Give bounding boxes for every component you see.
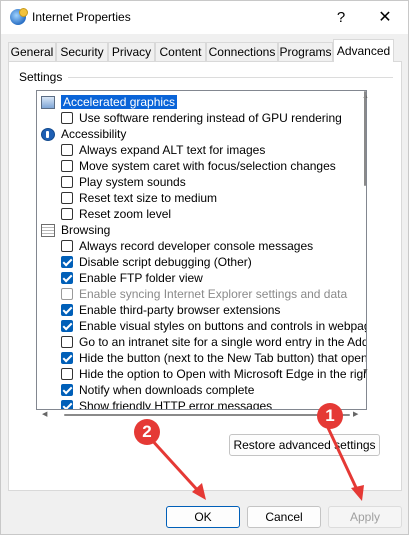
annotation-marker-1: 1 [317, 403, 343, 429]
title-bar: Internet Properties ? ✕ [1, 1, 408, 34]
checkbox-checked[interactable] [61, 400, 73, 409]
list-item-label: Always expand ALT text for images [79, 143, 266, 157]
annotation-marker-2: 2 [134, 419, 160, 445]
tab-connections[interactable]: Connections [206, 42, 278, 61]
restore-advanced-settings-button[interactable]: Restore advanced settings [229, 434, 380, 456]
window-title: Internet Properties [32, 10, 131, 24]
list-item-label: Reset text size to medium [79, 191, 218, 205]
list-item[interactable]: Enable FTP folder view [61, 270, 203, 286]
checkbox[interactable] [61, 112, 73, 124]
list-item-label: Hide the button (next to the New Tab but… [79, 351, 367, 365]
graphics-icon [41, 95, 55, 109]
list-item-label: Notify when downloads complete [79, 383, 255, 397]
scroll-right-arrow[interactable]: ▶ [353, 410, 358, 418]
list-item[interactable]: Reset zoom level [61, 206, 171, 222]
list-item-label: Go to an intranet site for a single word… [79, 335, 367, 349]
list-item[interactable]: Hide the option to Open with Microsoft E… [61, 366, 367, 382]
list-item-label: Browsing [61, 223, 111, 237]
list-item-label: Move system caret with focus/selection c… [79, 159, 336, 173]
checkbox-checked[interactable] [61, 272, 73, 284]
list-item-label: Hide the option to Open with Microsoft E… [79, 367, 367, 381]
list-item-label: Disable script debugging (Other) [79, 255, 252, 269]
list-item-label: Show friendly HTTP error messages [79, 399, 273, 410]
checkbox[interactable] [61, 160, 73, 172]
checkbox[interactable] [61, 240, 73, 252]
list-item[interactable]: Go to an intranet site for a single word… [61, 334, 367, 350]
checkbox[interactable] [61, 368, 73, 380]
ok-button[interactable]: OK [166, 506, 240, 528]
tab-privacy[interactable]: Privacy [108, 42, 155, 61]
list-item-label: Accelerated graphics [61, 95, 178, 109]
list-item-label: Enable syncing Internet Explorer setting… [79, 287, 348, 301]
list-item[interactable]: Always record developer console messages [61, 238, 313, 254]
checkbox-checked[interactable] [61, 304, 73, 316]
apply-button: Apply [328, 506, 402, 528]
accessibility-icon [41, 127, 55, 141]
list-item[interactable]: Show friendly HTTP error messages [61, 398, 273, 410]
tab-strip: General Security Privacy Content Connect… [8, 39, 402, 62]
list-item[interactable]: Notify when downloads complete [61, 382, 254, 398]
list-item[interactable]: Reset text size to medium [61, 190, 217, 206]
scroll-down-arrow[interactable]: ▼ [362, 368, 369, 375]
internet-properties-dialog: Internet Properties ? ✕ General Security… [0, 0, 409, 535]
horizontal-scrollbar[interactable] [64, 414, 350, 416]
list-item[interactable]: Hide the button (next to the New Tab but… [61, 350, 367, 366]
list-item-label: Always record developer console messages [79, 239, 314, 253]
tab-programs[interactable]: Programs [278, 42, 333, 61]
tab-general[interactable]: General [8, 42, 56, 61]
list-item-label: Use software rendering instead of GPU re… [79, 111, 342, 125]
checkbox[interactable] [61, 192, 73, 204]
tab-content[interactable]: Content [155, 42, 206, 61]
category-accelerated-graphics[interactable]: Accelerated graphics [41, 94, 178, 110]
list-item[interactable]: Disable script debugging (Other) [61, 254, 252, 270]
list-item-label: Enable third-party browser extensions [79, 303, 281, 317]
tab-advanced[interactable]: Advanced [333, 39, 394, 62]
list-item[interactable]: Always expand ALT text for images [61, 142, 265, 158]
category-accessibility[interactable]: Accessibility [41, 126, 126, 142]
checkbox-checked[interactable] [61, 320, 73, 332]
help-button[interactable]: ? [319, 1, 363, 33]
tab-security[interactable]: Security [56, 42, 108, 61]
list-item-label: Reset zoom level [79, 207, 172, 221]
checkbox[interactable] [61, 208, 73, 220]
internet-options-icon [10, 8, 28, 25]
list-item: Enable syncing Internet Explorer setting… [61, 286, 347, 302]
cancel-button[interactable]: Cancel [247, 506, 321, 528]
settings-list[interactable]: Accelerated graphics Use software render… [36, 90, 367, 410]
checkbox-checked[interactable] [61, 352, 73, 364]
list-item[interactable]: Enable third-party browser extensions [61, 302, 280, 318]
list-item-label: Accessibility [61, 127, 127, 141]
list-item-label: Play system sounds [79, 175, 186, 189]
list-item[interactable]: Enable visual styles on buttons and cont… [61, 318, 367, 334]
close-button[interactable]: ✕ [363, 1, 407, 33]
vertical-scrollbar[interactable] [364, 91, 366, 186]
list-item[interactable]: Move system caret with focus/selection c… [61, 158, 336, 174]
checkbox[interactable] [61, 176, 73, 188]
checkbox[interactable] [61, 144, 73, 156]
list-item-label: Enable FTP folder view [79, 271, 203, 285]
category-browsing[interactable]: Browsing [41, 222, 110, 238]
group-divider [68, 77, 393, 78]
checkbox-disabled [61, 288, 73, 300]
list-item[interactable]: Play system sounds [61, 174, 186, 190]
checkbox-checked[interactable] [61, 384, 73, 396]
settings-group-label: Settings [17, 70, 65, 84]
checkbox[interactable] [61, 336, 73, 348]
list-item-label: Enable visual styles on buttons and cont… [79, 319, 367, 333]
scroll-left-arrow[interactable]: ◀ [42, 410, 47, 418]
list-item[interactable]: Use software rendering instead of GPU re… [61, 110, 342, 126]
browsing-icon [41, 223, 55, 237]
checkbox-checked[interactable] [61, 256, 73, 268]
